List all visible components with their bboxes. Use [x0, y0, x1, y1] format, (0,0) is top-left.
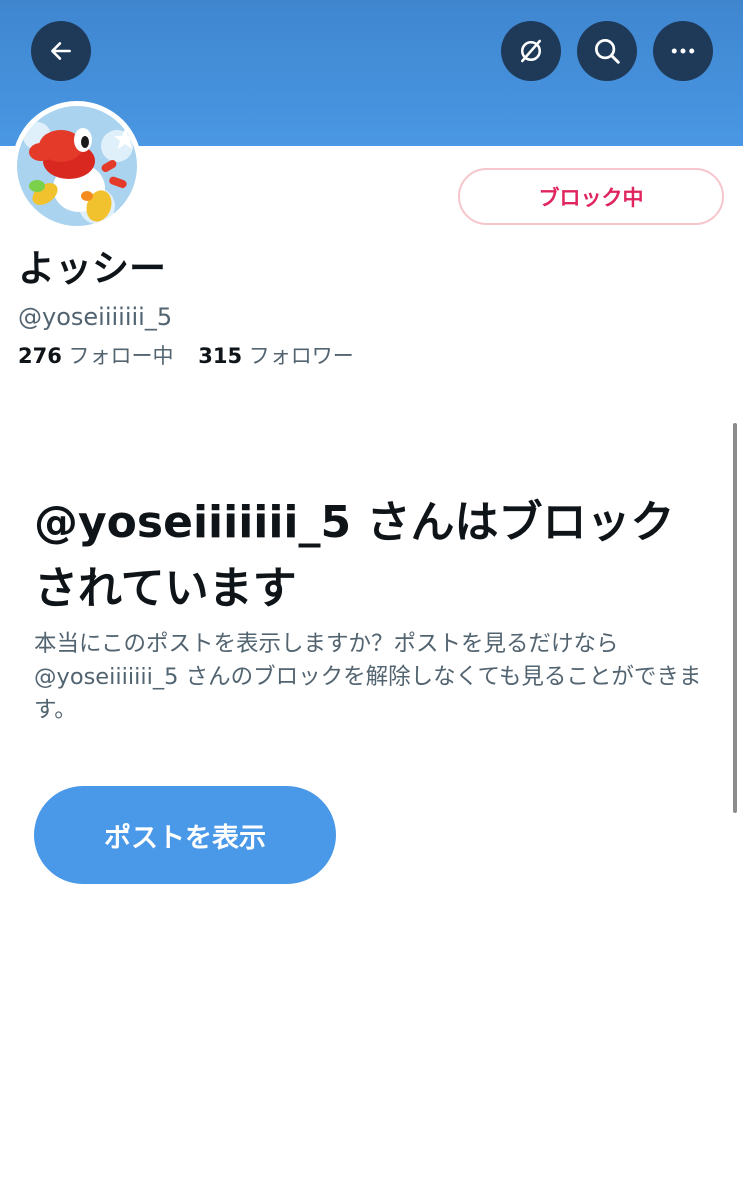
arrow-left-icon	[51, 42, 71, 60]
blocked-notice-description: 本当にこのポストを表示しますか？ポストを見るだけなら @yoseiiiiiii_…	[34, 631, 702, 723]
view-post-button[interactable]: ポストを表示	[34, 786, 336, 884]
search-button[interactable]	[577, 21, 637, 81]
avatar[interactable]	[12, 101, 142, 231]
display-name: よッシー	[18, 247, 166, 290]
eye-slash-icon	[521, 39, 541, 63]
yoshi-avatar	[17, 106, 137, 226]
followers-label: フォロワー	[248, 344, 354, 368]
more-button[interactable]	[653, 21, 713, 81]
more-horizontal-icon	[671, 48, 695, 54]
blocked-notice-title: @yoseiiiiiii_5 さんはブロックされています	[34, 497, 675, 614]
following-label: フォロー中	[68, 344, 174, 368]
followers-count: 315	[198, 344, 243, 368]
search-icon	[595, 39, 620, 64]
hide-button[interactable]	[501, 21, 561, 81]
blocked-button[interactable]: ブロック中	[458, 168, 724, 225]
scrollbar[interactable]	[733, 423, 737, 813]
followers-stat[interactable]: 315 フォロワー	[198, 344, 354, 368]
following-stat[interactable]: 276 フォロー中	[18, 344, 174, 368]
follow-stats: 276 フォロー中 315 フォロワー	[18, 340, 372, 372]
username-handle: @yoseiiiiiii_5	[18, 303, 173, 331]
back-button[interactable]	[31, 21, 91, 81]
following-count: 276	[18, 344, 62, 368]
